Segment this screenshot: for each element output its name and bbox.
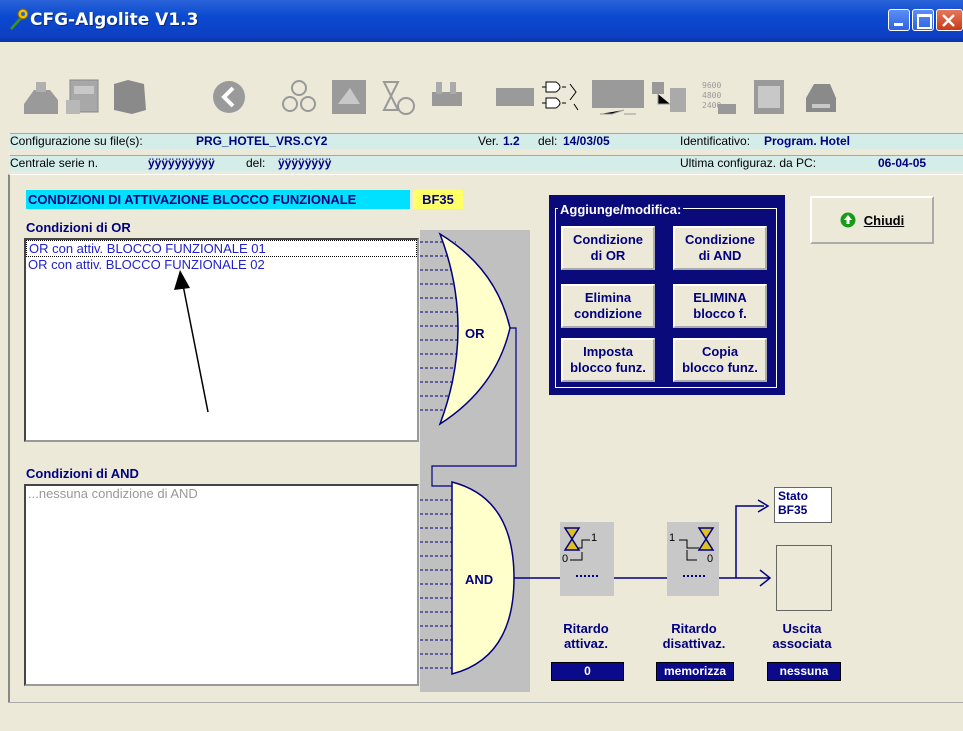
config-file-label: Configurazione su file(s):	[10, 134, 143, 148]
associated-output-label: Uscita associata	[772, 621, 832, 651]
stato-label: Stato BF35	[778, 489, 808, 517]
timer1-high: 1	[591, 532, 598, 544]
and-input-lines	[420, 499, 452, 669]
logic-gates-icon[interactable]	[540, 74, 582, 120]
annotation-arrow-icon	[174, 270, 209, 413]
network-icon[interactable]	[648, 74, 690, 120]
deactivation-delay-value[interactable]: memorizza	[656, 662, 734, 681]
and-conditions-list[interactable]: ...nessuna condizione di AND	[24, 484, 419, 686]
activation-delay-value[interactable]: 0	[551, 662, 624, 681]
actuators-icon[interactable]	[426, 74, 468, 120]
or-gate-label: OR	[465, 326, 485, 341]
panel-config-icon[interactable]	[62, 74, 104, 120]
conditions-header: CONDIZIONI DI ATTIVAZIONE BLOCCO FUNZION…	[26, 190, 410, 209]
associated-output-value[interactable]: nessuna	[767, 662, 841, 681]
wrench-icon	[10, 8, 28, 30]
hourglass-icon	[563, 527, 590, 561]
deactivation-delay-label: Ritardo disattivaz.	[662, 621, 726, 651]
uscita-box[interactable]	[776, 545, 832, 611]
serial-label: Centrale serie n.	[10, 156, 99, 170]
modem-baud-icon[interactable]: 960048002400	[698, 74, 740, 120]
activation-delay-label: Ritardo attivaz.	[563, 621, 609, 651]
toolbar: 9600 4800 2400	[8, 68, 963, 128]
detectors-icon[interactable]	[278, 74, 320, 120]
close-icon	[942, 14, 955, 27]
report-icon[interactable]	[750, 74, 792, 120]
activation-delay-block[interactable]: 1 0	[560, 522, 614, 596]
identifier-label: Identificativo:	[680, 134, 751, 148]
close-button[interactable]	[936, 9, 963, 31]
date-label: del:	[538, 134, 558, 148]
timer1-low: 0	[562, 553, 569, 565]
stato-box: Stato BF35	[774, 487, 832, 523]
date-value: 14/03/05	[563, 134, 610, 148]
and-conditions-label: Condizioni di AND	[26, 466, 139, 481]
switch-icon[interactable]	[590, 74, 646, 120]
svg-text:9600: 9600	[702, 81, 721, 90]
back-arrow-icon[interactable]	[208, 74, 250, 120]
and-gate-label: AND	[465, 572, 494, 587]
last-config-label: Ultima configuraz. da PC:	[680, 156, 817, 170]
timer-icon[interactable]	[376, 74, 418, 120]
block-code-badge: BF35	[413, 190, 463, 209]
config-info-row: Configurazione su file(s): PRG_HOTEL_VRS…	[10, 133, 963, 149]
empty-list-placeholder: ...nessuna condizione di AND	[28, 486, 198, 501]
printer-icon[interactable]	[800, 74, 842, 120]
close-dialog-label: Chiudi	[863, 212, 905, 228]
add-and-condition-button[interactable]: Condizione di AND	[673, 226, 767, 270]
window-title: CFG-Algolite V1.3	[30, 10, 199, 30]
deactivation-delay-block[interactable]: 1 0	[667, 522, 719, 596]
or-conditions-label: Condizioni di OR	[26, 220, 131, 235]
map-icon[interactable]	[108, 74, 150, 120]
identifier-value: Program. Hotel	[764, 134, 851, 148]
green-up-arrow-icon	[840, 212, 856, 228]
central-info-row: Centrale serie n. ÿÿÿÿÿÿÿÿÿÿ del: ÿÿÿÿÿÿ…	[10, 155, 963, 171]
minimize-button[interactable]	[888, 9, 910, 31]
config-file-value: PRG_HOTEL_VRS.CY2	[196, 134, 328, 148]
copy-block-button[interactable]: Copia blocco funz.	[673, 338, 767, 382]
set-block-button[interactable]: Imposta blocco funz.	[561, 338, 655, 382]
version-label: Ver.	[478, 134, 499, 148]
svg-text:4800: 4800	[702, 91, 721, 100]
zones-icon[interactable]	[328, 74, 370, 120]
add-or-condition-button[interactable]: Condizione di OR	[561, 226, 655, 270]
hardware-icon[interactable]	[20, 74, 62, 120]
command-group-title: Aggiunge/modifica:	[558, 202, 684, 217]
status-bar	[8, 702, 963, 731]
serial-value: ÿÿÿÿÿÿÿÿÿÿ	[148, 156, 215, 170]
delete-condition-button[interactable]: Elimina condizione	[561, 284, 655, 328]
list-item[interactable]: OR con attiv. BLOCCO FUNZIONALE 02	[26, 257, 417, 272]
close-dialog-button[interactable]: Chiudi	[810, 196, 934, 244]
timer2-low: 0	[707, 553, 714, 565]
timer2-high: 1	[669, 532, 676, 544]
menu-bar	[0, 42, 963, 68]
maximize-button[interactable]	[912, 9, 934, 31]
last-config-value: 06-04-05	[878, 156, 927, 170]
serial-date-label: del:	[246, 156, 266, 170]
list-item[interactable]: OR con attiv. BLOCCO FUNZIONALE 01	[26, 240, 417, 257]
keypad-icon[interactable]	[494, 74, 536, 120]
serial-date-value: ÿÿÿÿÿÿÿÿ	[278, 156, 332, 170]
delete-block-button[interactable]: ELIMINA blocco f.	[673, 284, 767, 328]
or-conditions-list[interactable]: OR con attiv. BLOCCO FUNZIONALE 01 OR co…	[24, 238, 419, 442]
version-value: 1.2	[503, 134, 520, 148]
